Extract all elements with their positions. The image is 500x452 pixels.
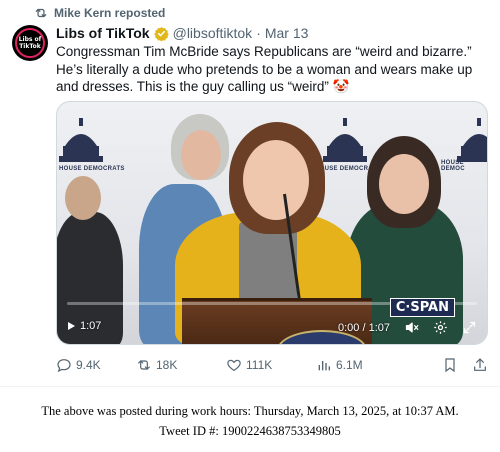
repost-label[interactable]: Mike Kern reposted (54, 6, 165, 20)
settings-gear-icon[interactable] (433, 320, 448, 335)
repost-indicator: Mike Kern reposted (34, 6, 165, 20)
mute-icon[interactable] (404, 320, 419, 335)
repost-button[interactable]: 18K (136, 357, 226, 373)
cspan-logo: C·SPAN (389, 298, 455, 317)
reply-icon (57, 359, 71, 373)
reply-button[interactable]: 9.4K (56, 357, 136, 373)
banner-text-right: HOUSE DEMOC (441, 160, 465, 172)
heart-icon (227, 359, 241, 372)
views-button[interactable]: 6.1M (316, 357, 411, 373)
share-icon[interactable] (472, 357, 488, 373)
repost-icon (138, 360, 150, 370)
verified-badge-icon[interactable] (153, 26, 169, 41)
tweet-header: Libs of TikTok @libsoftiktok · Mar 13 (56, 25, 308, 41)
corner-duration: 1:07 (80, 320, 102, 332)
repost-count: 18K (156, 358, 178, 372)
like-button[interactable]: 111K (226, 357, 316, 373)
caption-line-1: The above was posted during work hours: … (41, 404, 459, 418)
tweet-text: Congressman Tim McBride says Republicans… (56, 44, 473, 94)
bookmark-icon[interactable] (442, 357, 458, 373)
avatar[interactable]: Libs of TikTok (12, 25, 48, 61)
repost-icon (35, 8, 47, 18)
avatar-text: Libs of TikTok (18, 36, 42, 50)
tweet-action-bar: 9.4K 18K 111K 6.1M (56, 357, 488, 373)
analytics-bar-icon (318, 361, 330, 371)
caption-block: The above was posted during work hours: … (0, 401, 500, 441)
banner-text-left: HOUSE DEMOCRATS (59, 166, 125, 172)
video-controls: 0:00 / 1:07 (338, 320, 477, 335)
caption-line-2: Tweet ID #: 1900224638753349805 (159, 424, 341, 438)
like-count: 111K (246, 358, 273, 372)
separator-dot: · (256, 25, 261, 41)
divider (0, 386, 500, 387)
tweet-date[interactable]: Mar 13 (265, 25, 309, 41)
video-player[interactable]: HOUSE DEMOCRATS HOUSE DEMOCRATS HOUSE DE… (56, 101, 488, 345)
reply-count: 9.4K (76, 358, 101, 372)
duration-badge: 1:07 (65, 320, 101, 332)
view-count: 6.1M (336, 358, 363, 372)
author-display-name[interactable]: Libs of TikTok (56, 25, 150, 41)
play-icon[interactable] (65, 320, 77, 332)
fullscreen-icon[interactable] (462, 320, 477, 335)
author-handle[interactable]: @libsoftiktok (173, 25, 253, 41)
time-display: 0:00 / 1:07 (338, 321, 390, 334)
